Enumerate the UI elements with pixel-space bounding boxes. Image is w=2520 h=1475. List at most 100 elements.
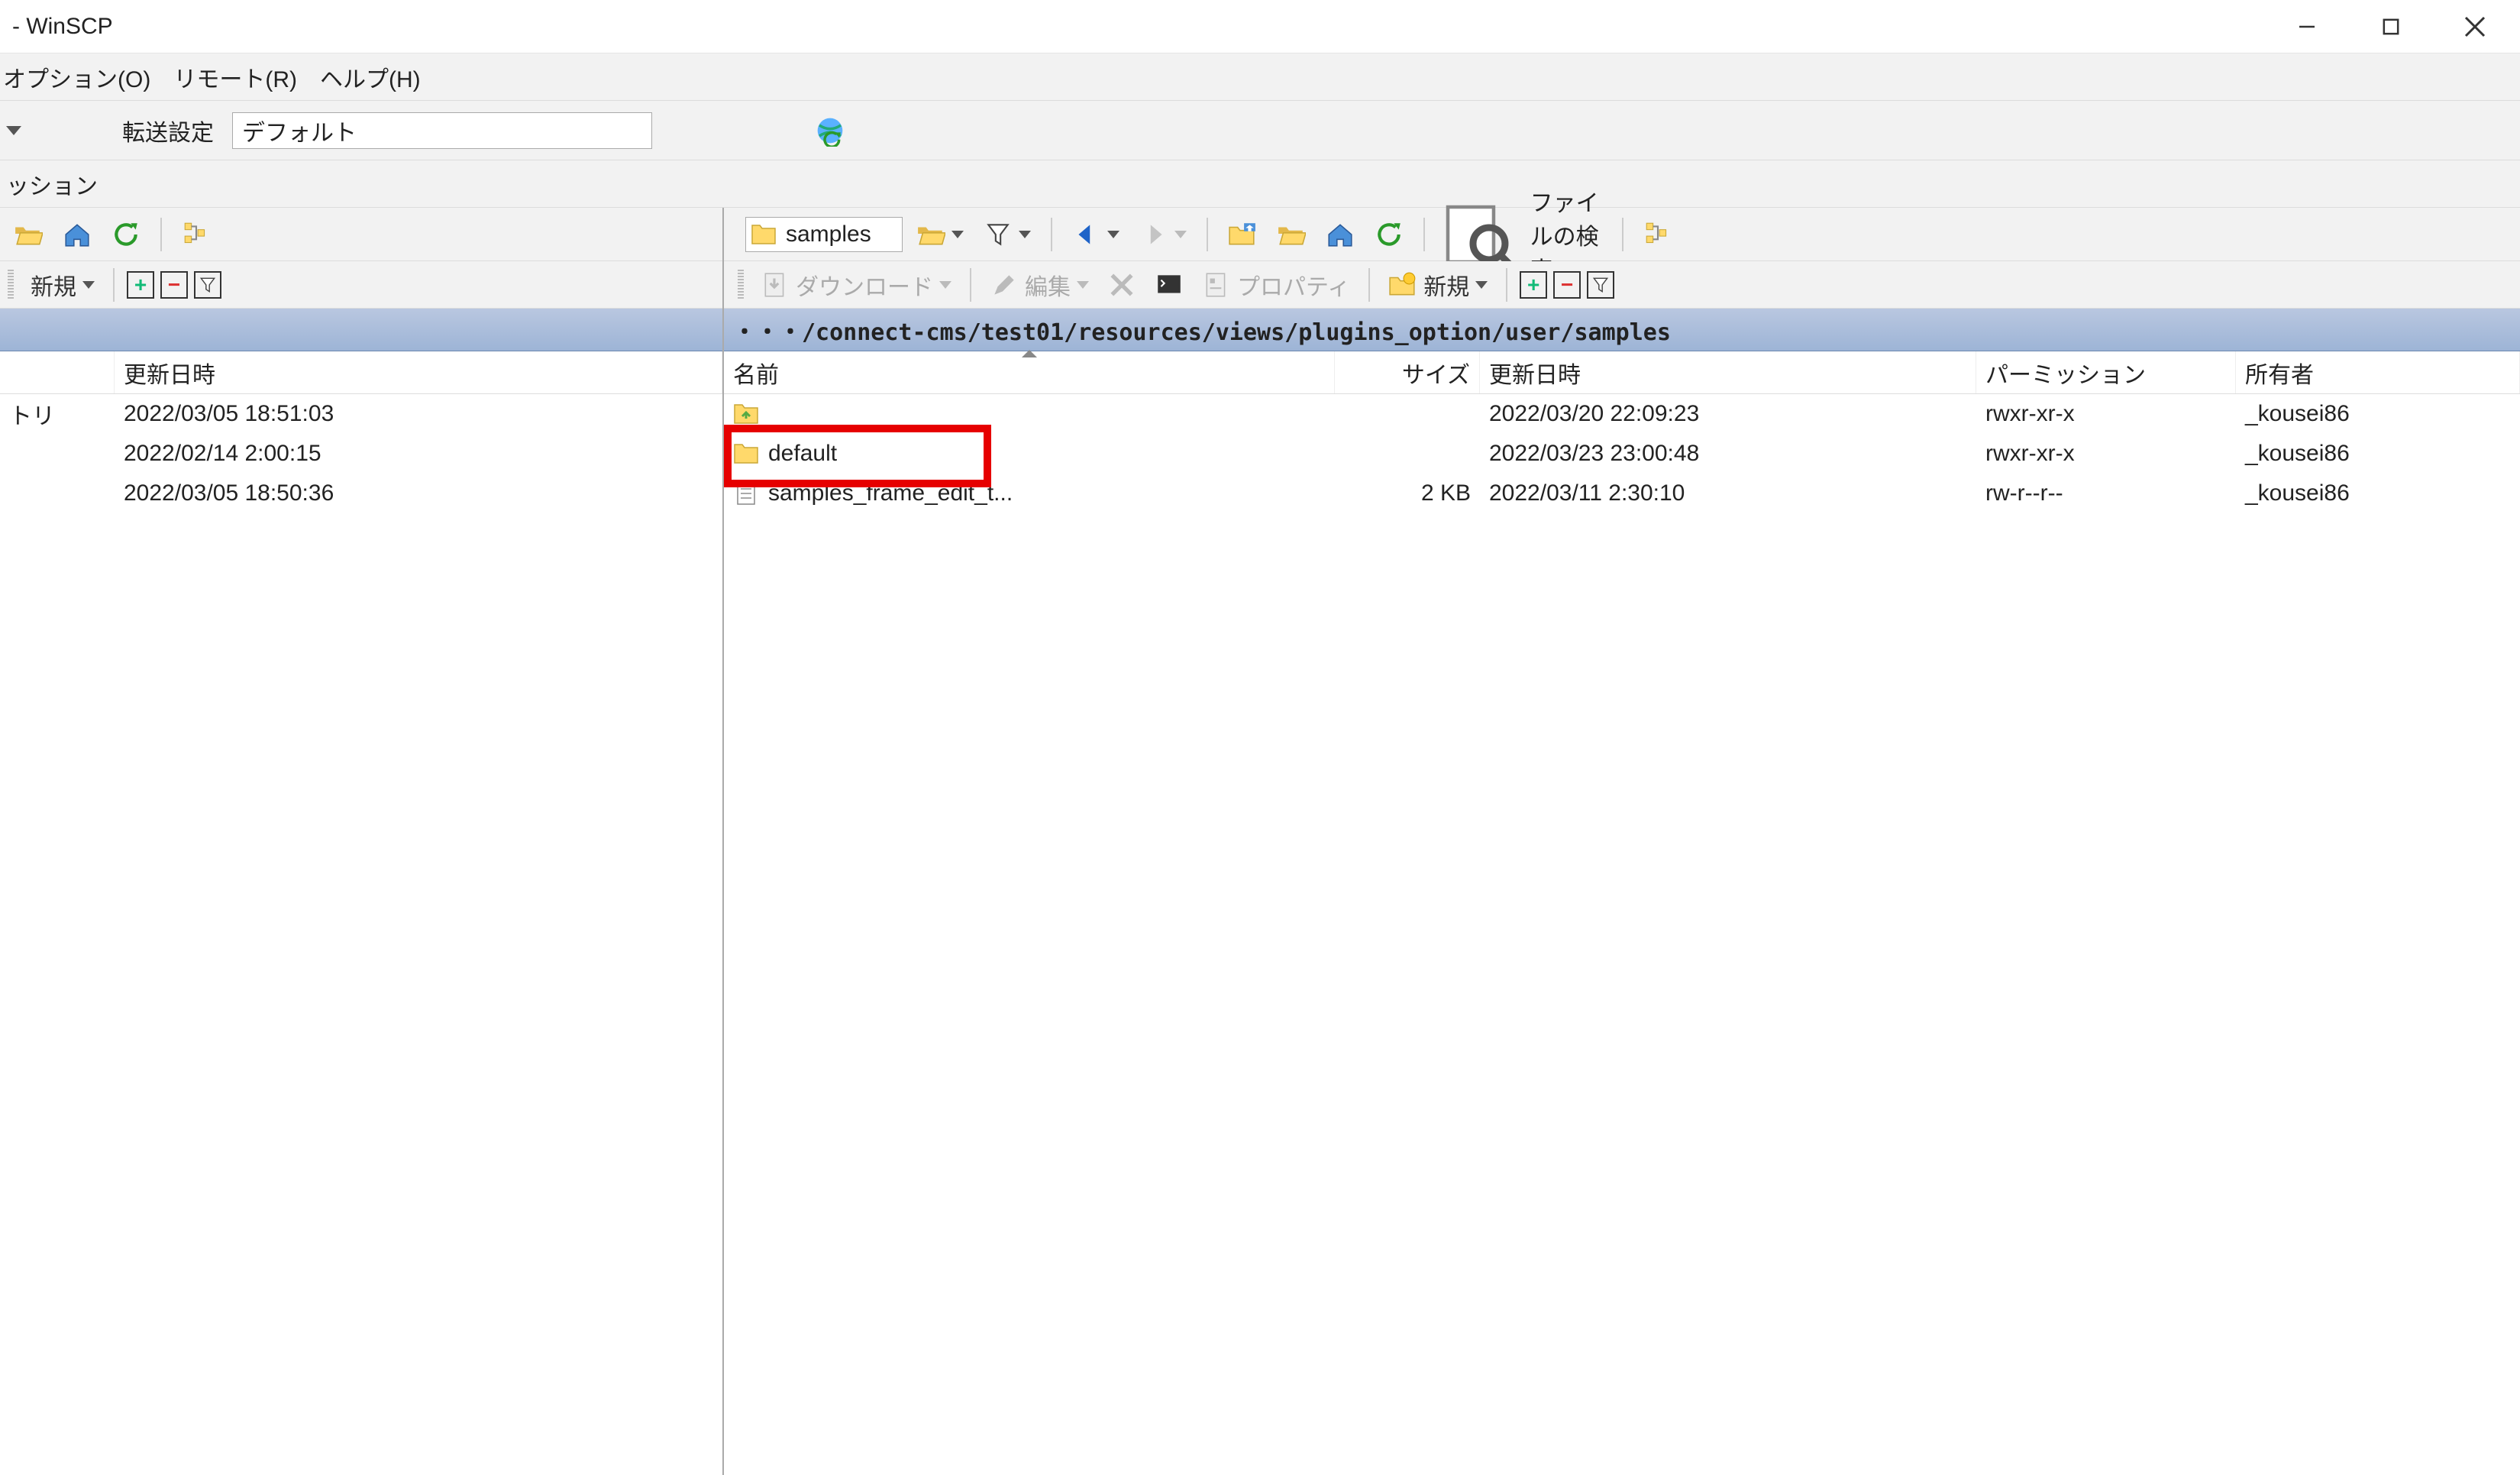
remote-path-bar[interactable]: ・・・/connect-cms/test01/resources/views/p… (724, 309, 2520, 351)
toolbar-grip-icon (738, 270, 744, 300)
filter-button[interactable] (194, 271, 221, 299)
remote-new-button[interactable]: 新規 (1382, 265, 1494, 305)
local-folder-open-button[interactable] (8, 217, 49, 252)
transfer-preset-value: デフォルト (242, 114, 357, 147)
local-new-button[interactable]: 新規 (24, 265, 101, 305)
select-all-button[interactable]: + (1520, 271, 1547, 299)
cell-date: 2022/03/05 18:50:36 (115, 480, 722, 506)
separator (113, 268, 115, 302)
separator (160, 218, 162, 251)
remote-toolbar: samples ファイルの検索 (724, 208, 2520, 261)
remote-bookmark-open-button[interactable] (1271, 217, 1312, 252)
remote-refresh-button[interactable] (1368, 217, 1410, 252)
local-col-1[interactable] (0, 351, 115, 393)
menu-options[interactable]: オプション(O) (3, 60, 150, 94)
cell-owner: _kousei86 (2236, 441, 2520, 467)
delete-button[interactable] (1101, 267, 1142, 302)
remote-folder-open-button[interactable] (910, 217, 970, 252)
folder-icon (751, 221, 778, 248)
remote-table-body[interactable]: 2022/03/20 22:09:23rwxr-xr-x_kousei86def… (724, 394, 2520, 1475)
remote-tree-button[interactable] (1637, 217, 1678, 252)
menu-help[interactable]: ヘルプ(H) (320, 60, 421, 94)
session-tabs-bar: ッション (0, 160, 2520, 208)
cell-name (724, 400, 1335, 428)
properties-button[interactable]: プロパティ (1196, 265, 1356, 305)
cell-date: 2022/02/14 2:00:15 (115, 441, 722, 467)
cell-date: 2022/03/20 22:09:23 (1480, 401, 1976, 427)
sort-indicator-icon (1022, 350, 1037, 357)
local-col-date[interactable]: 更新日時 (115, 351, 722, 393)
edit-label: 編集 (1025, 268, 1071, 302)
remote-up-folder-button[interactable] (1222, 217, 1263, 252)
transfer-preset-combo[interactable]: デフォルト (232, 112, 652, 149)
separator (1207, 218, 1208, 251)
remote-directory-combo[interactable]: samples (745, 217, 903, 252)
cell-owner: _kousei86 (2236, 480, 2520, 506)
close-button[interactable] (2433, 4, 2517, 50)
new-label: 新規 (1423, 268, 1469, 302)
cell-perm: rwxr-xr-x (1976, 441, 2236, 467)
remote-col-perm[interactable]: パーミッション (1976, 351, 2236, 393)
table-row[interactable]: 2022/03/05 18:50:36 (0, 474, 722, 513)
remote-action-bar: ダウンロード 編集 プロパティ 新規 + − (724, 261, 2520, 309)
separator (1622, 218, 1623, 251)
remote-forward-button[interactable] (1133, 217, 1193, 252)
toolbar-grip-icon (8, 270, 14, 300)
table-row[interactable]: samples_frame_edit_t...2 KB2022/03/11 2:… (724, 474, 2520, 513)
remote-col-date[interactable]: 更新日時 (1480, 351, 1976, 393)
reconnect-button[interactable] (814, 115, 852, 147)
remote-home-button[interactable] (1320, 217, 1361, 252)
remote-directory-name: samples (786, 222, 871, 247)
cell-name: トリ (0, 397, 115, 431)
download-button[interactable]: ダウンロード (754, 265, 958, 305)
file-icon (733, 480, 761, 507)
filter-button[interactable] (1587, 271, 1614, 299)
remote-back-button[interactable] (1066, 217, 1126, 252)
remote-col-owner[interactable]: 所有者 (2236, 351, 2520, 393)
separator (1368, 268, 1370, 302)
separator (1051, 218, 1052, 251)
table-row[interactable]: default 2022/03/23 23:00:48rwxr-xr-x_kous… (724, 434, 2520, 474)
cell-date: 2022/03/23 23:00:48 (1480, 441, 1976, 467)
local-action-bar: 新規 + − (0, 261, 722, 309)
local-tree-button[interactable] (176, 217, 217, 252)
remote-pane: samples ファイルの検索 ダウンロード 編集 (724, 208, 2520, 1475)
local-refresh-button[interactable] (105, 217, 147, 252)
cell-owner: _kousei86 (2236, 401, 2520, 427)
table-row[interactable]: 2022/03/20 22:09:23rwxr-xr-x_kousei86 (724, 394, 2520, 434)
terminal-button[interactable] (1149, 267, 1190, 302)
cell-perm: rw-r--r-- (1976, 480, 2236, 506)
download-label: ダウンロード (796, 268, 933, 302)
session-tab-partial[interactable]: ッション (6, 167, 98, 201)
minimize-button[interactable] (2265, 4, 2349, 50)
properties-label: プロパティ (1237, 268, 1350, 302)
table-row[interactable]: トリ2022/03/05 18:51:03 (0, 394, 722, 434)
local-toolbar (0, 208, 722, 261)
title-bar: - WinSCP (0, 0, 2520, 53)
remote-col-size[interactable]: サイズ (1335, 351, 1480, 393)
transfer-dropdown-left[interactable] (6, 126, 21, 135)
select-all-button[interactable]: + (127, 271, 154, 299)
transfer-toolbar: 転送設定 デフォルト (0, 101, 2520, 160)
local-table-body[interactable]: トリ2022/03/05 18:51:03 2022/02/14 2:00:15 2… (0, 394, 722, 1475)
cell-size: 2 KB (1335, 480, 1480, 506)
separator (970, 268, 971, 302)
window-title: - WinSCP (12, 14, 113, 40)
local-pane: 新規 + − 更新日時 トリ2022/03/05 18:51:03 2022/02… (0, 208, 724, 1475)
maximize-button[interactable] (2349, 4, 2433, 50)
new-label: 新規 (31, 268, 76, 302)
cell-perm: rwxr-xr-x (1976, 401, 2236, 427)
remote-filter-button[interactable] (977, 217, 1037, 252)
chevron-down-icon (82, 281, 95, 289)
cell-name: default (724, 440, 1335, 467)
deselect-all-button[interactable]: − (1553, 271, 1581, 299)
edit-button[interactable]: 編集 (984, 265, 1095, 305)
local-path-bar[interactable] (0, 309, 722, 351)
separator (1423, 218, 1425, 251)
remote-col-name[interactable]: 名前 (724, 351, 1335, 393)
separator (1506, 268, 1507, 302)
local-home-button[interactable] (57, 217, 98, 252)
deselect-all-button[interactable]: − (160, 271, 188, 299)
menu-remote[interactable]: リモート(R) (173, 60, 297, 94)
table-row[interactable]: 2022/02/14 2:00:15 (0, 434, 722, 474)
